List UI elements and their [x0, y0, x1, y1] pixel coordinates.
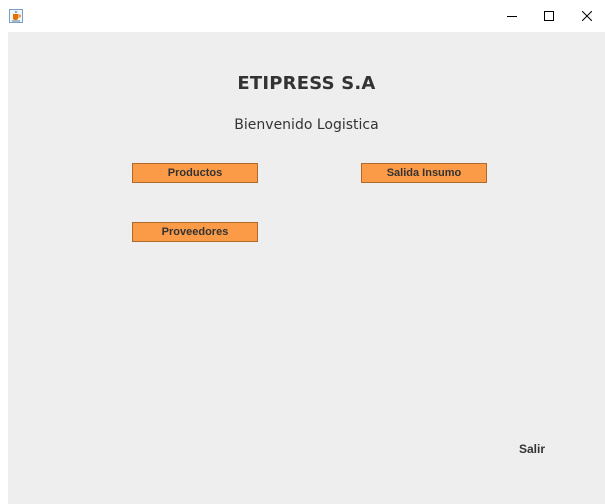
content-panel: ETIPRESS S.A Bienvenido Logistica Produc… [8, 32, 605, 504]
salir-button[interactable]: Salir [519, 442, 545, 456]
productos-button[interactable]: Productos [132, 163, 258, 183]
java-app-icon [9, 9, 23, 23]
salida-insumo-button[interactable]: Salida Insumo [361, 163, 487, 183]
minimize-button[interactable] [496, 0, 528, 32]
welcome-subtitle: Bienvenido Logistica [234, 117, 379, 133]
proveedores-button[interactable]: Proveedores [132, 222, 258, 242]
productos-button-label: Productos [167, 167, 223, 179]
minimize-icon [507, 16, 517, 17]
maximize-button[interactable] [533, 0, 565, 32]
proveedores-button-label: Proveedores [161, 226, 229, 238]
application-window: ETIPRESS S.A Bienvenido Logistica Produc… [0, 0, 605, 504]
close-button[interactable] [571, 0, 603, 32]
company-title: ETIPRESS S.A [237, 73, 376, 94]
title-bar [0, 0, 605, 32]
salida-insumo-button-label: Salida Insumo [386, 167, 462, 179]
maximize-icon [544, 11, 554, 21]
close-icon [582, 11, 592, 21]
